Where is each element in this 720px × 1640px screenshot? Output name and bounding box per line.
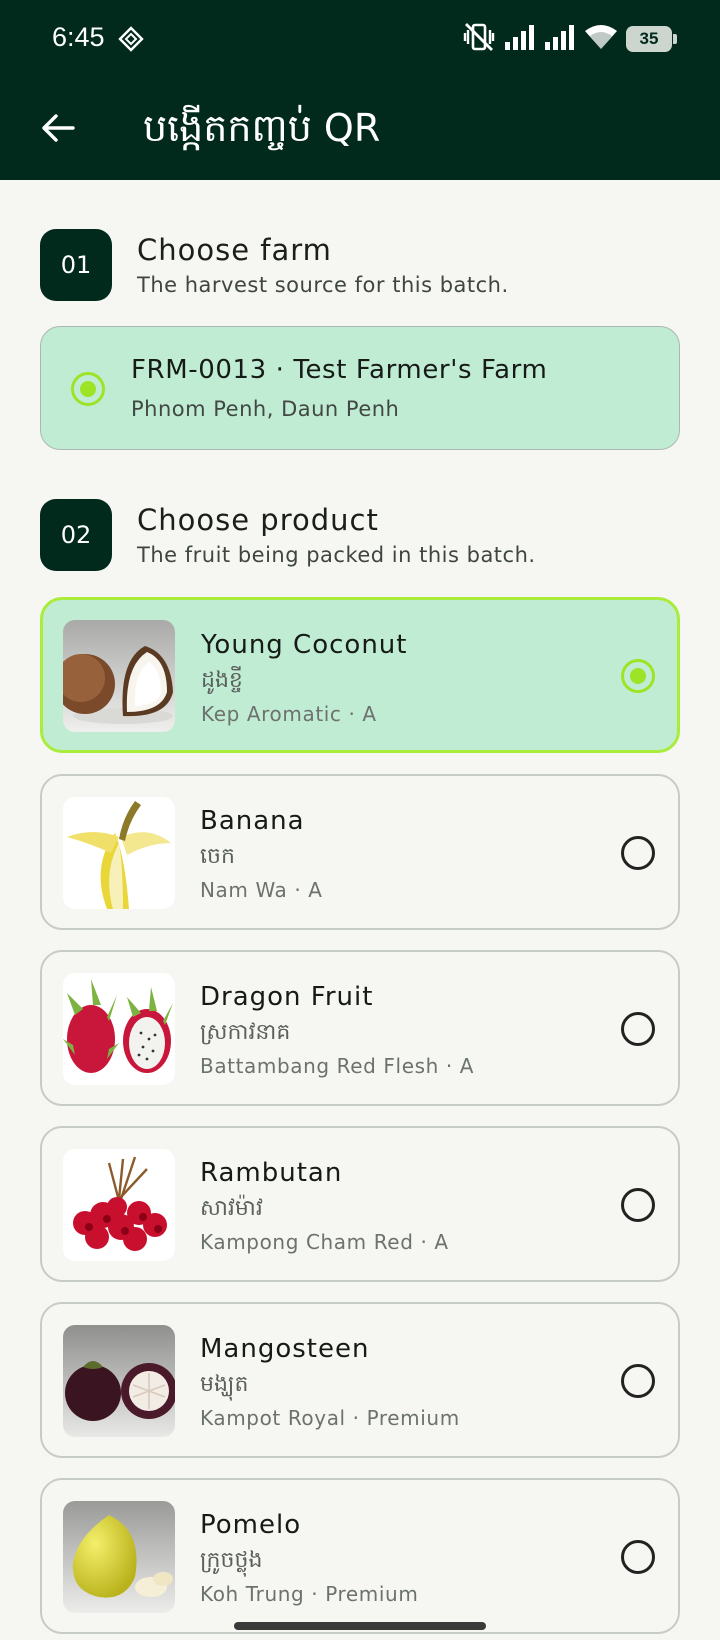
product-khmer-name: សាវម៉ាវ: [200, 1196, 263, 1221]
banana-image: [63, 797, 175, 909]
product-khmer-name: ក្រូចថ្លុង: [200, 1548, 263, 1573]
battery-indicator: 35: [626, 26, 677, 52]
product-radio-button[interactable]: [621, 1188, 655, 1222]
page-title: បង្កើតកញ្ចប់ QR: [143, 106, 381, 150]
status-bar: 6:45 35: [0, 0, 720, 80]
product-variety: Koh Trung · Premium: [200, 1582, 419, 1606]
product-variety: Kampong Cham Red · A: [200, 1230, 449, 1254]
back-arrow-icon[interactable]: [30, 100, 86, 156]
vibrate-off-icon: [462, 22, 496, 56]
step-number-badge: 01: [40, 229, 112, 301]
product-khmer-name: មង្ឃុត: [200, 1372, 249, 1397]
product-name: Rambutan: [200, 1158, 343, 1188]
product-variety: Battambang Red Flesh · A: [200, 1054, 475, 1078]
product-radio-button[interactable]: [621, 1012, 655, 1046]
farm-option[interactable]: FRM-0013 · Test Farmer's Farm Phnom Penh…: [40, 326, 680, 450]
product-name: Pomelo: [200, 1510, 302, 1540]
coconut-image: [63, 620, 175, 732]
dragon-fruit-image: [63, 973, 175, 1085]
home-indicator[interactable]: [234, 1622, 486, 1630]
product-option-mangosteen[interactable]: Mangosteen មង្ឃុត Kampot Royal · Premium: [40, 1302, 680, 1458]
product-name: Young Coconut: [201, 630, 408, 660]
step-title: Choose product: [137, 503, 379, 537]
product-radio-button[interactable]: [621, 1540, 655, 1574]
app-bar: បង្កើតកញ្ចប់ QR: [0, 80, 720, 180]
step-title: Choose farm: [137, 233, 332, 267]
step-choose-farm: 01 Choose farm The harvest source for th…: [40, 229, 680, 301]
product-variety: Kep Aromatic · A: [201, 702, 377, 726]
step-number-badge: 02: [40, 499, 112, 571]
product-option-pomelo[interactable]: Pomelo ក្រូចថ្លុង Koh Trung · Premium: [40, 1478, 680, 1634]
signal-icon-2: [544, 24, 576, 54]
app-notification-icon: [118, 26, 144, 56]
product-option-dragon-fruit[interactable]: Dragon Fruit ស្រកាវនាគ Battambang Red Fl…: [40, 950, 680, 1106]
wifi-icon: [584, 23, 618, 55]
rambutan-image: [63, 1149, 175, 1261]
step-subtitle: The fruit being packed in this batch.: [137, 543, 536, 567]
product-name: Banana: [200, 806, 305, 836]
product-radio-button[interactable]: [621, 659, 655, 693]
product-name: Dragon Fruit: [200, 982, 374, 1012]
product-khmer-name: ដូងខ្ចី: [201, 668, 243, 693]
mangosteen-image: [63, 1325, 175, 1437]
step-choose-product: 02 Choose product The fruit being packed…: [40, 499, 680, 571]
farm-location: Phnom Penh, Daun Penh: [131, 397, 400, 421]
product-khmer-name: ស្រកាវនាគ: [200, 1020, 291, 1045]
product-name: Mangosteen: [200, 1334, 370, 1364]
signal-icon: [504, 24, 536, 54]
farm-radio-button[interactable]: [71, 372, 105, 406]
product-option-rambutan[interactable]: Rambutan សាវម៉ាវ Kampong Cham Red · A: [40, 1126, 680, 1282]
status-icons: 35: [462, 22, 677, 56]
farm-title: FRM-0013 · Test Farmer's Farm: [131, 355, 548, 385]
step-subtitle: The harvest source for this batch.: [137, 273, 509, 297]
status-time: 6:45: [52, 22, 105, 52]
product-option-banana[interactable]: Banana ចេក Nam Wa · A: [40, 774, 680, 930]
product-khmer-name: ចេក: [200, 844, 235, 869]
product-option-young-coconut[interactable]: Young Coconut ដូងខ្ចី Kep Aromatic · A: [40, 597, 680, 753]
product-radio-button[interactable]: [621, 1364, 655, 1398]
product-variety: Kampot Royal · Premium: [200, 1406, 460, 1430]
pomelo-image: [63, 1501, 175, 1613]
product-variety: Nam Wa · A: [200, 878, 323, 902]
product-radio-button[interactable]: [621, 836, 655, 870]
